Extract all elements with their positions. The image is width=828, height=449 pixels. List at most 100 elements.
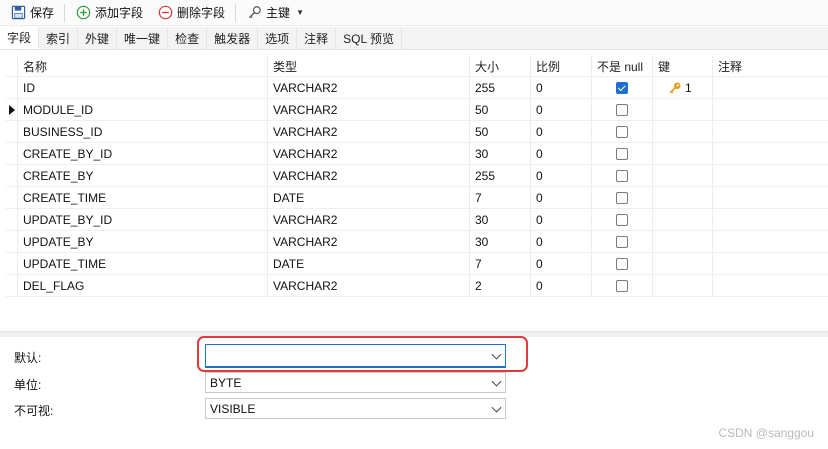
not-null-checkbox[interactable] xyxy=(616,82,628,94)
tab-5[interactable]: 触发器 xyxy=(207,27,259,49)
field-size-cell[interactable]: 255 xyxy=(470,165,531,187)
field-scale-cell[interactable]: 0 xyxy=(531,187,592,209)
field-name-cell[interactable]: MODULE_ID xyxy=(18,99,268,121)
visibility-combo[interactable]: VISIBLE xyxy=(205,398,506,419)
field-name-cell[interactable]: CREATE_TIME xyxy=(18,187,268,209)
chevron-down-icon[interactable] xyxy=(491,402,502,413)
field-name-cell[interactable]: BUSINESS_ID xyxy=(18,121,268,143)
field-scale-cell[interactable]: 0 xyxy=(531,231,592,253)
row-selector[interactable] xyxy=(6,231,18,253)
field-name-cell[interactable]: CREATE_BY_ID xyxy=(18,143,268,165)
field-type-cell[interactable]: VARCHAR2 xyxy=(268,165,470,187)
column-header-type[interactable]: 类型 xyxy=(268,55,470,77)
not-null-checkbox[interactable] xyxy=(616,148,628,160)
row-selector[interactable] xyxy=(6,99,18,121)
field-comment-cell[interactable] xyxy=(713,253,828,275)
field-comment-cell[interactable] xyxy=(713,121,828,143)
tab-6[interactable]: 选项 xyxy=(258,27,298,49)
not-null-checkbox[interactable] xyxy=(616,192,628,204)
add-field-button[interactable]: 添加字段 xyxy=(71,2,147,24)
key-cell[interactable] xyxy=(653,275,713,297)
table-row[interactable]: DEL_FLAG VARCHAR2 2 0 xyxy=(6,275,828,297)
tab-2[interactable]: 外键 xyxy=(78,27,118,49)
primary-key-button[interactable]: 主键 ▼ xyxy=(242,2,308,24)
field-size-cell[interactable]: 50 xyxy=(470,121,531,143)
field-scale-cell[interactable]: 0 xyxy=(531,121,592,143)
field-type-cell[interactable]: DATE xyxy=(268,253,470,275)
key-cell[interactable] xyxy=(653,253,713,275)
key-cell[interactable] xyxy=(653,187,713,209)
column-header-not-null[interactable]: 不是 null xyxy=(592,55,653,77)
field-scale-cell[interactable]: 0 xyxy=(531,275,592,297)
field-type-cell[interactable]: VARCHAR2 xyxy=(268,209,470,231)
field-comment-cell[interactable] xyxy=(713,231,828,253)
field-name-cell[interactable]: DEL_FLAG xyxy=(18,275,268,297)
column-header-name[interactable]: 名称 xyxy=(18,55,268,77)
field-comment-cell[interactable] xyxy=(713,187,828,209)
field-comment-cell[interactable] xyxy=(713,165,828,187)
field-type-cell[interactable]: DATE xyxy=(268,187,470,209)
save-button[interactable]: 保存 xyxy=(6,2,58,24)
field-comment-cell[interactable] xyxy=(713,275,828,297)
not-null-checkbox[interactable] xyxy=(616,236,628,248)
field-type-cell[interactable]: VARCHAR2 xyxy=(268,275,470,297)
row-selector[interactable] xyxy=(6,275,18,297)
field-type-cell[interactable]: VARCHAR2 xyxy=(268,77,470,99)
key-cell[interactable] xyxy=(653,121,713,143)
table-row[interactable]: BUSINESS_ID VARCHAR2 50 0 xyxy=(6,121,828,143)
key-cell[interactable]: 1 xyxy=(653,77,713,99)
key-cell[interactable] xyxy=(653,231,713,253)
field-size-cell[interactable]: 30 xyxy=(470,231,531,253)
field-size-cell[interactable]: 7 xyxy=(470,253,531,275)
field-type-cell[interactable]: VARCHAR2 xyxy=(268,143,470,165)
table-row[interactable]: UPDATE_TIME DATE 7 0 xyxy=(6,253,828,275)
field-size-cell[interactable]: 2 xyxy=(470,275,531,297)
field-comment-cell[interactable] xyxy=(713,209,828,231)
row-selector[interactable] xyxy=(6,209,18,231)
row-selector[interactable] xyxy=(6,77,18,99)
key-cell[interactable] xyxy=(653,99,713,121)
field-type-cell[interactable]: VARCHAR2 xyxy=(268,121,470,143)
field-size-cell[interactable]: 50 xyxy=(470,99,531,121)
column-header-comment[interactable]: 注释 xyxy=(713,55,828,77)
tab-4[interactable]: 检查 xyxy=(168,27,208,49)
not-null-checkbox[interactable] xyxy=(616,214,628,226)
not-null-checkbox[interactable] xyxy=(616,170,628,182)
key-cell[interactable] xyxy=(653,209,713,231)
field-name-cell[interactable]: ID xyxy=(18,77,268,99)
field-size-cell[interactable]: 7 xyxy=(470,187,531,209)
field-name-cell[interactable]: UPDATE_TIME xyxy=(18,253,268,275)
field-scale-cell[interactable]: 0 xyxy=(531,143,592,165)
field-type-cell[interactable]: VARCHAR2 xyxy=(268,99,470,121)
column-header-scale[interactable]: 比例 xyxy=(531,55,592,77)
field-name-cell[interactable]: CREATE_BY xyxy=(18,165,268,187)
table-row[interactable]: UPDATE_BY_ID VARCHAR2 30 0 xyxy=(6,209,828,231)
tab-3[interactable]: 唯一键 xyxy=(117,27,169,49)
row-selector[interactable] xyxy=(6,187,18,209)
field-comment-cell[interactable] xyxy=(713,143,828,165)
table-row[interactable]: UPDATE_BY VARCHAR2 30 0 xyxy=(6,231,828,253)
field-comment-cell[interactable] xyxy=(713,77,828,99)
field-scale-cell[interactable]: 0 xyxy=(531,99,592,121)
table-row[interactable]: CREATE_BY VARCHAR2 255 0 xyxy=(6,165,828,187)
row-selector[interactable] xyxy=(6,121,18,143)
chevron-down-icon[interactable] xyxy=(491,376,502,387)
field-size-cell[interactable]: 255 xyxy=(470,77,531,99)
table-row[interactable]: CREATE_TIME DATE 7 0 xyxy=(6,187,828,209)
key-cell[interactable] xyxy=(653,165,713,187)
row-selector[interactable] xyxy=(6,165,18,187)
tab-1[interactable]: 索引 xyxy=(39,27,79,49)
field-size-cell[interactable]: 30 xyxy=(470,209,531,231)
tab-7[interactable]: 注释 xyxy=(297,27,337,49)
caret-down-icon[interactable]: ▼ xyxy=(296,8,304,17)
not-null-checkbox[interactable] xyxy=(616,126,628,138)
row-selector[interactable] xyxy=(6,143,18,165)
field-scale-cell[interactable]: 0 xyxy=(531,253,592,275)
tab-0[interactable]: 字段 xyxy=(0,27,40,49)
unit-combo[interactable]: BYTE xyxy=(205,372,506,393)
field-scale-cell[interactable]: 0 xyxy=(531,77,592,99)
field-name-cell[interactable]: UPDATE_BY_ID xyxy=(18,209,268,231)
field-size-cell[interactable]: 30 xyxy=(470,143,531,165)
row-selector[interactable] xyxy=(6,253,18,275)
not-null-checkbox[interactable] xyxy=(616,258,628,270)
